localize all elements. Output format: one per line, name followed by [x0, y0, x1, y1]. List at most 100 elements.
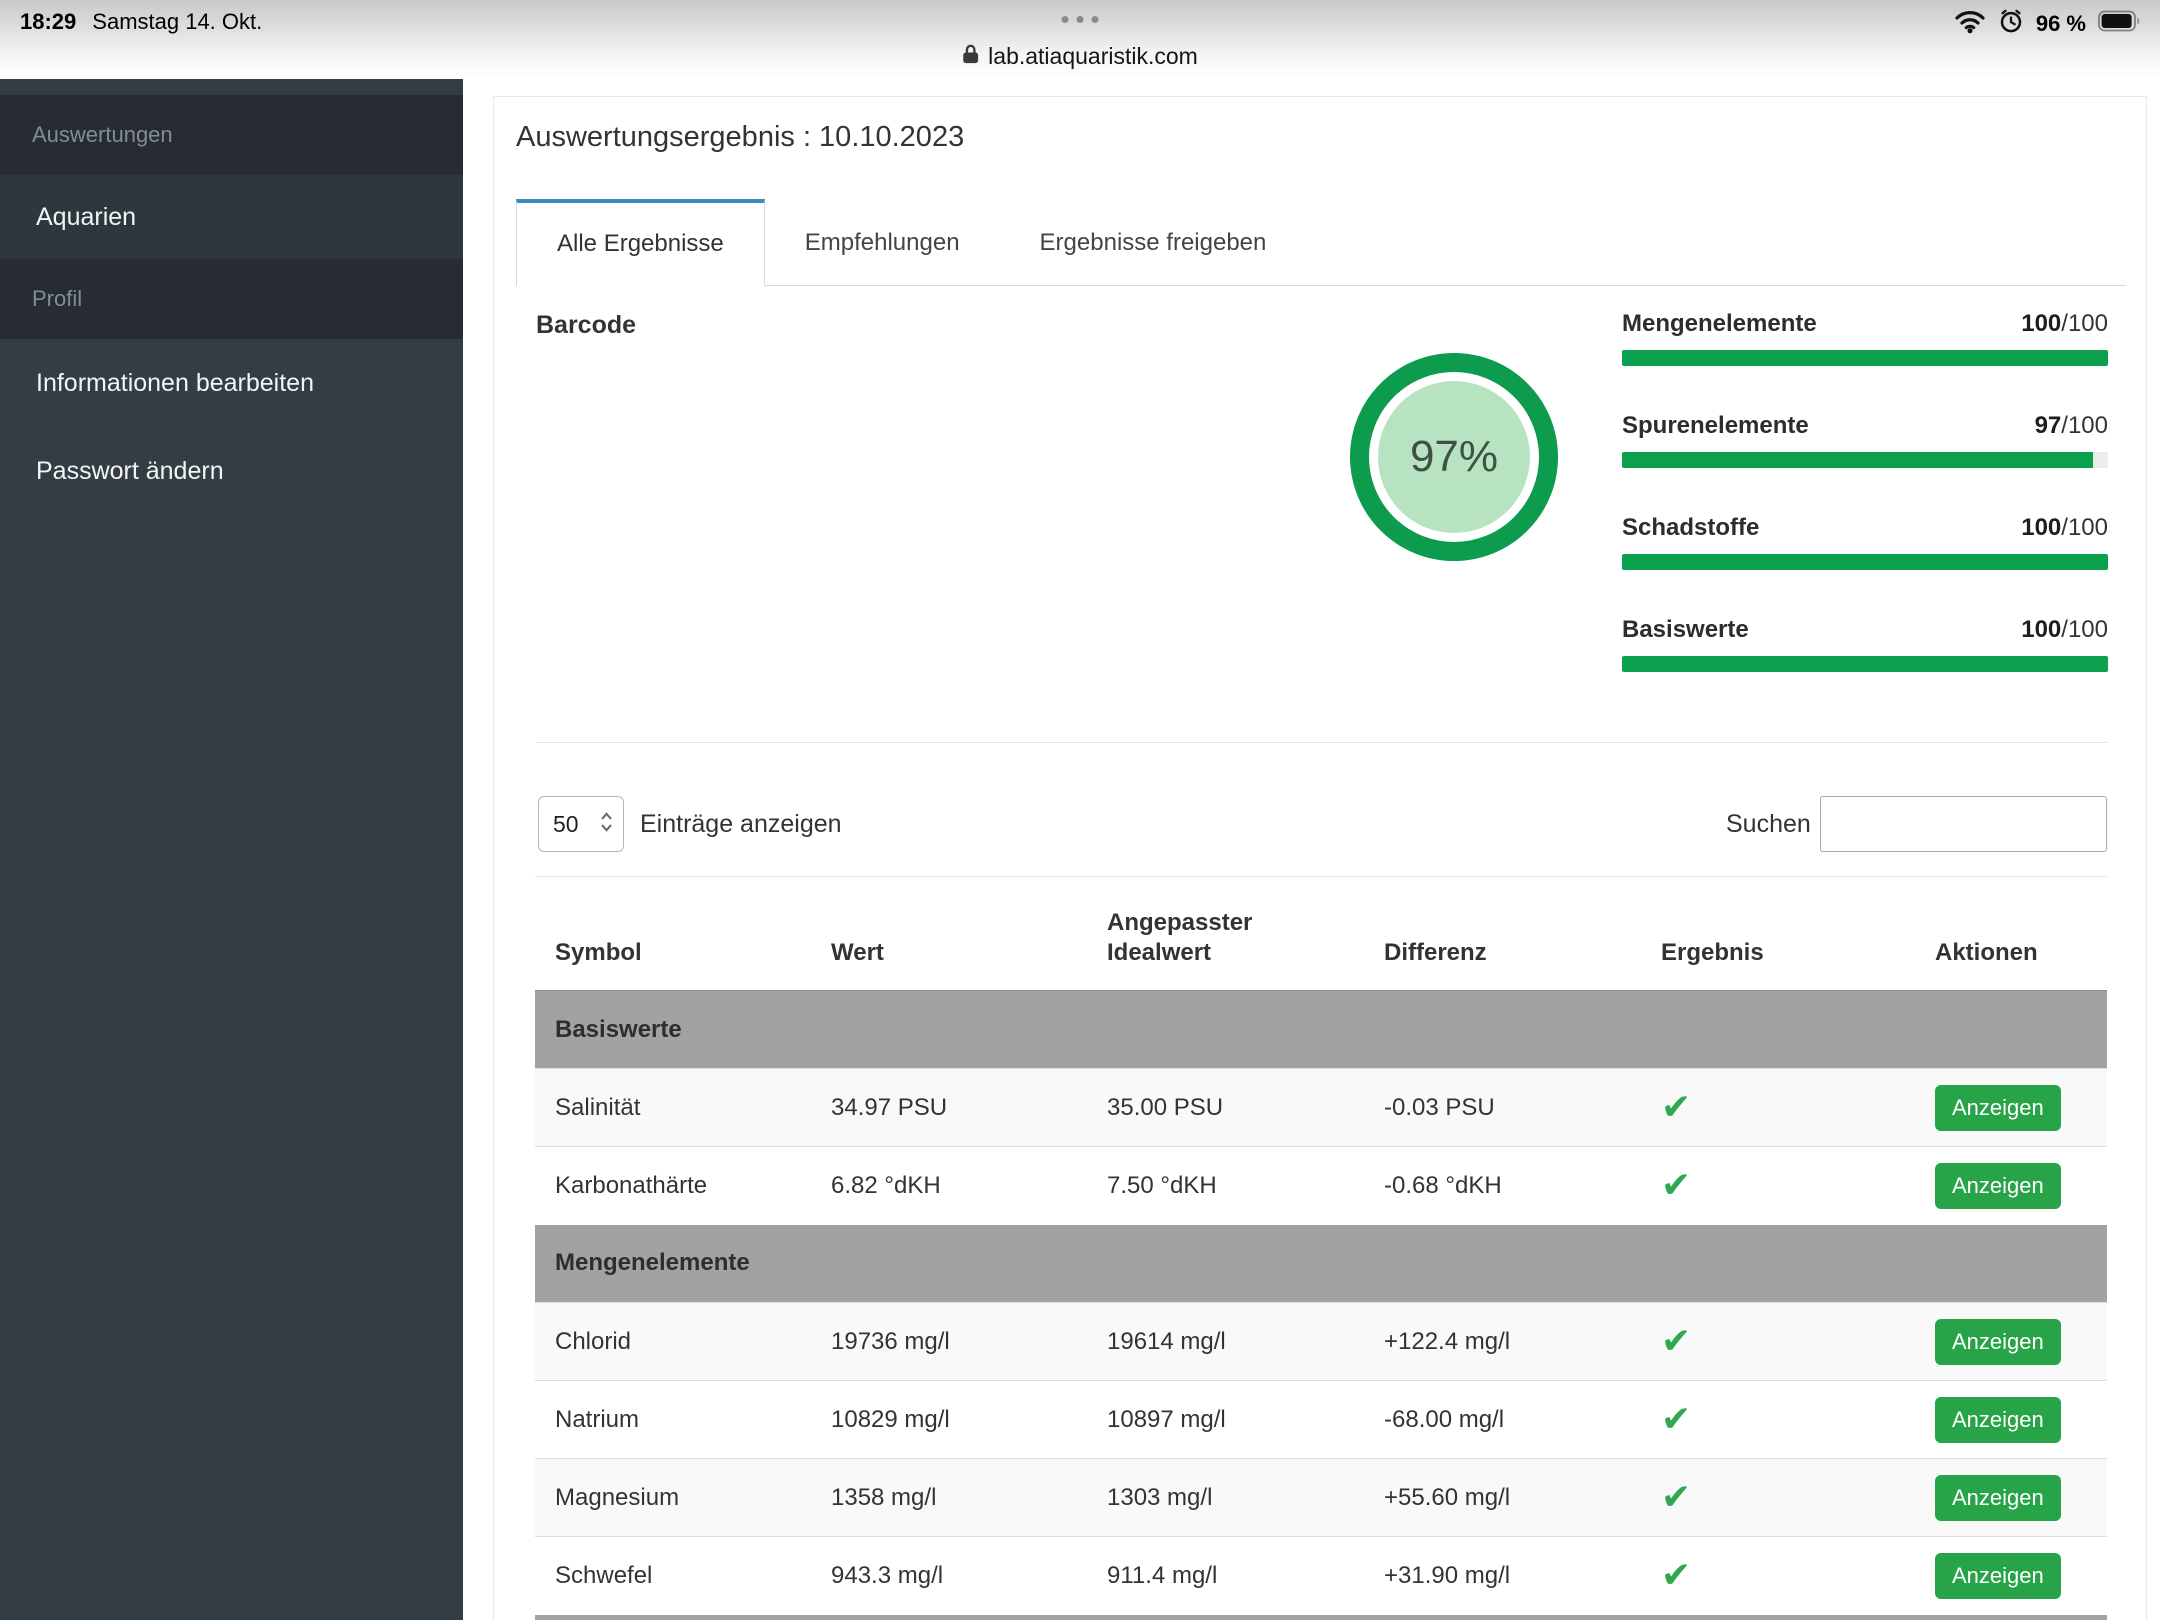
cell-idealwert: 35.00 PSU — [1087, 1069, 1364, 1147]
category-scores: Mengenelemente 100/100 Spurenelemente 97… — [1622, 309, 2108, 717]
address-bar[interactable]: lab.atiaquaristik.com — [962, 42, 1198, 71]
anzeigen-button[interactable]: Anzeigen — [1935, 1319, 2061, 1365]
search-input[interactable] — [1820, 796, 2107, 852]
table-row-salinitaet: Salinität 34.97 PSU 35.00 PSU -0.03 PSU … — [535, 1069, 2107, 1147]
tab-bar: Alle Ergebnisse Empfehlungen Ergebnisse … — [516, 199, 2126, 286]
cell-wert: 34.97 PSU — [811, 1069, 1087, 1147]
battery-icon — [2098, 10, 2142, 37]
category-value: 97 — [2035, 412, 2062, 439]
category-value: 100 — [2021, 616, 2061, 643]
cell-symbol: Natrium — [535, 1381, 811, 1459]
cell-wert: 943.3 mg/l — [811, 1537, 1087, 1615]
category-max: /100 — [2061, 412, 2108, 439]
main-content: Auswertungsergebnis : 10.10.2023 Alle Er… — [463, 79, 2160, 1620]
table-section-basiswerte: Basiswerte — [535, 991, 2107, 1069]
page-title: Auswertungsergebnis : 10.10.2023 — [516, 121, 964, 154]
cell-differenz: -68.00 mg/l — [1364, 1381, 1641, 1459]
category-schadstoffe: Schadstoffe 100/100 — [1622, 513, 2108, 570]
category-value: 100 — [2021, 514, 2061, 541]
screen: 18:29 Samstag 14. Okt. 96 % — [0, 0, 2160, 1620]
progress-bar — [1622, 554, 2108, 570]
cell-symbol: Magnesium — [535, 1459, 811, 1537]
progress-bar — [1622, 452, 2108, 468]
cell-differenz: +55.60 mg/l — [1364, 1459, 1641, 1537]
result-card: Auswertungsergebnis : 10.10.2023 Alle Er… — [493, 96, 2147, 1620]
search-label: Suchen — [1726, 810, 1811, 839]
table-section-mengenelemente: Mengenelemente — [535, 1225, 2107, 1303]
check-icon: ✔ — [1661, 1321, 1691, 1362]
sidebar: Auswertungen Aquarien Profil Information… — [0, 79, 463, 1620]
entries-label: Einträge anzeigen — [640, 810, 842, 839]
tab-ergebnisse-freigeben[interactable]: Ergebnisse freigeben — [1000, 199, 1307, 286]
category-max: /100 — [2061, 310, 2108, 337]
category-mengenelemente: Mengenelemente 100/100 — [1622, 309, 2108, 366]
section-divider — [536, 742, 2108, 743]
table-row-magnesium: Magnesium 1358 mg/l 1303 mg/l +55.60 mg/… — [535, 1459, 2107, 1537]
col-differenz: Differenz — [1364, 877, 1641, 991]
score-donut: 97% — [1350, 353, 1558, 561]
cell-wert: 19736 mg/l — [811, 1303, 1087, 1381]
anzeigen-button[interactable]: Anzeigen — [1935, 1475, 2061, 1521]
category-spurenelemente: Spurenelemente 97/100 — [1622, 411, 2108, 468]
cell-wert: 6.82 °dKH — [811, 1147, 1087, 1225]
col-symbol: Symbol — [535, 877, 811, 991]
cell-wert: 1358 mg/l — [811, 1459, 1087, 1537]
table-row-natrium: Natrium 10829 mg/l 10897 mg/l -68.00 mg/… — [535, 1381, 2107, 1459]
cell-idealwert: 911.4 mg/l — [1087, 1537, 1364, 1615]
category-label: Spurenelemente — [1622, 411, 1809, 441]
check-icon: ✔ — [1661, 1399, 1691, 1440]
category-basiswerte: Basiswerte 100/100 — [1622, 615, 2108, 672]
check-icon: ✔ — [1661, 1555, 1691, 1596]
stepper-chevrons-icon — [599, 810, 614, 839]
category-value: 100 — [2021, 310, 2061, 337]
cell-wert: 10829 mg/l — [811, 1381, 1087, 1459]
cell-symbol: Salinität — [535, 1069, 811, 1147]
progress-fill — [1622, 350, 2108, 366]
lock-icon — [962, 42, 979, 71]
progress-fill — [1622, 452, 2093, 468]
results-table: Symbol Wert Angepasster Idealwert Differ… — [535, 876, 2107, 1620]
col-ergebnis: Ergebnis — [1641, 877, 1915, 991]
tab-empfehlungen[interactable]: Empfehlungen — [765, 199, 1000, 286]
cell-symbol: Chlorid — [535, 1303, 811, 1381]
col-wert: Wert — [811, 877, 1087, 991]
cell-idealwert: 19614 mg/l — [1087, 1303, 1364, 1381]
sidebar-item-passwort-aendern[interactable]: Passwort ändern — [0, 427, 463, 515]
sidebar-header-auswertungen: Auswertungen — [0, 95, 463, 175]
table-row-chlorid: Chlorid 19736 mg/l 19614 mg/l +122.4 mg/… — [535, 1303, 2107, 1381]
anzeigen-button[interactable]: Anzeigen — [1935, 1397, 2061, 1443]
check-icon: ✔ — [1661, 1477, 1691, 1518]
status-left: 18:29 Samstag 14. Okt. — [20, 9, 262, 35]
cell-idealwert: 10897 mg/l — [1087, 1381, 1364, 1459]
cell-symbol: Karbonathärte — [535, 1147, 811, 1225]
anzeigen-button[interactable]: Anzeigen — [1935, 1553, 2061, 1599]
ipad-status-bar: 18:29 Samstag 14. Okt. 96 % — [0, 0, 2160, 79]
status-right: 96 % — [1954, 8, 2142, 39]
url-text: lab.atiaquaristik.com — [988, 43, 1198, 70]
anzeigen-button[interactable]: Anzeigen — [1935, 1085, 2061, 1131]
page-size-select[interactable]: 50 — [538, 796, 624, 852]
category-label: Basiswerte — [1622, 615, 1749, 645]
sidebar-header-profil: Profil — [0, 259, 463, 339]
table-header-row: Symbol Wert Angepasster Idealwert Differ… — [535, 877, 2107, 991]
multitask-handle-dots[interactable] — [1062, 16, 1099, 23]
cell-idealwert: 1303 mg/l — [1087, 1459, 1364, 1537]
progress-fill — [1622, 656, 2108, 672]
status-time: 18:29 — [20, 9, 76, 34]
cell-differenz: +31.90 mg/l — [1364, 1537, 1641, 1615]
battery-percent: 96 % — [2036, 11, 2086, 37]
cell-differenz: -0.03 PSU — [1364, 1069, 1641, 1147]
col-angepasster-idealwert: Angepasster Idealwert — [1087, 877, 1364, 991]
progress-bar — [1622, 350, 2108, 366]
sidebar-item-informationen-bearbeiten[interactable]: Informationen bearbeiten — [0, 339, 463, 427]
wifi-icon — [1954, 9, 1986, 39]
cell-differenz: +122.4 mg/l — [1364, 1303, 1641, 1381]
table-row-karbonathaerte: Karbonathärte 6.82 °dKH 7.50 °dKH -0.68 … — [535, 1147, 2107, 1225]
status-date: Samstag 14. Okt. — [92, 9, 262, 34]
sidebar-item-aquarien[interactable]: Aquarien — [0, 175, 463, 259]
anzeigen-button[interactable]: Anzeigen — [1935, 1163, 2061, 1209]
score-percent: 97% — [1378, 381, 1530, 533]
tab-alle-ergebnisse[interactable]: Alle Ergebnisse — [516, 199, 765, 286]
category-label: Mengenelemente — [1622, 309, 1817, 339]
page-size-value: 50 — [553, 811, 579, 838]
